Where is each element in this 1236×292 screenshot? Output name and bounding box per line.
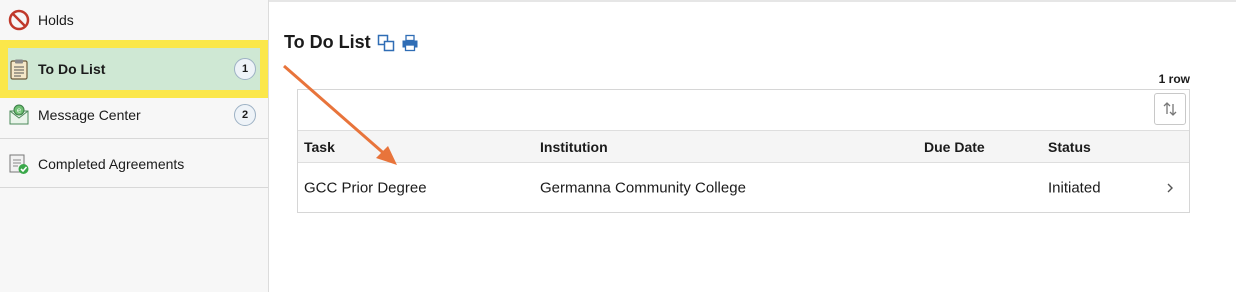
row-count: 1 row [1158,72,1190,86]
sidebar-item-label: Message Center [38,107,141,123]
column-header-status: Status [1048,138,1091,155]
sidebar-item-todo-list[interactable]: To Do List 1 [0,40,268,98]
cell-status: Initiated [1048,179,1101,196]
table-header: Task Institution Due Date Status [298,130,1189,163]
sidebar-item-label: Holds [38,12,74,28]
sort-button[interactable] [1154,93,1186,125]
table-row[interactable]: GCC Prior Degree Germanna Community Coll… [298,163,1189,212]
sidebar-item-message-center[interactable]: e Message Center 2 [0,92,268,139]
sidebar-item-label: To Do List [38,61,106,77]
sort-arrows-icon [1163,102,1177,116]
page-title: To Do List [284,32,419,53]
clipboard-icon [10,59,28,80]
cell-task: GCC Prior Degree [304,179,427,196]
sidebar-item-selected: To Do List 1 [8,48,260,90]
new-window-icon[interactable] [377,34,395,52]
chevron-right-icon [1167,183,1173,192]
print-icon[interactable] [401,34,419,52]
cell-institution: Germanna Community College [540,179,746,196]
sidebar-item-completed-agreements[interactable]: Completed Agreements [0,140,268,188]
mail-icon: e [9,104,29,125]
column-header-institution: Institution [540,138,608,155]
sidebar: Holds To Do List 1 e Message Center 2 Co… [0,0,269,292]
agreement-check-icon [9,154,29,174]
no-entry-icon [8,9,30,31]
column-header-task: Task [304,138,335,155]
svg-text:e: e [17,107,21,115]
todo-table: Task Institution Due Date Status GCC Pri… [297,89,1190,213]
page-title-text: To Do List [284,32,371,52]
sidebar-item-holds[interactable]: Holds [0,2,268,38]
column-header-due-date: Due Date [924,138,985,155]
count-badge: 1 [234,58,256,80]
sidebar-item-label: Completed Agreements [38,155,185,172]
count-badge: 2 [234,104,256,126]
